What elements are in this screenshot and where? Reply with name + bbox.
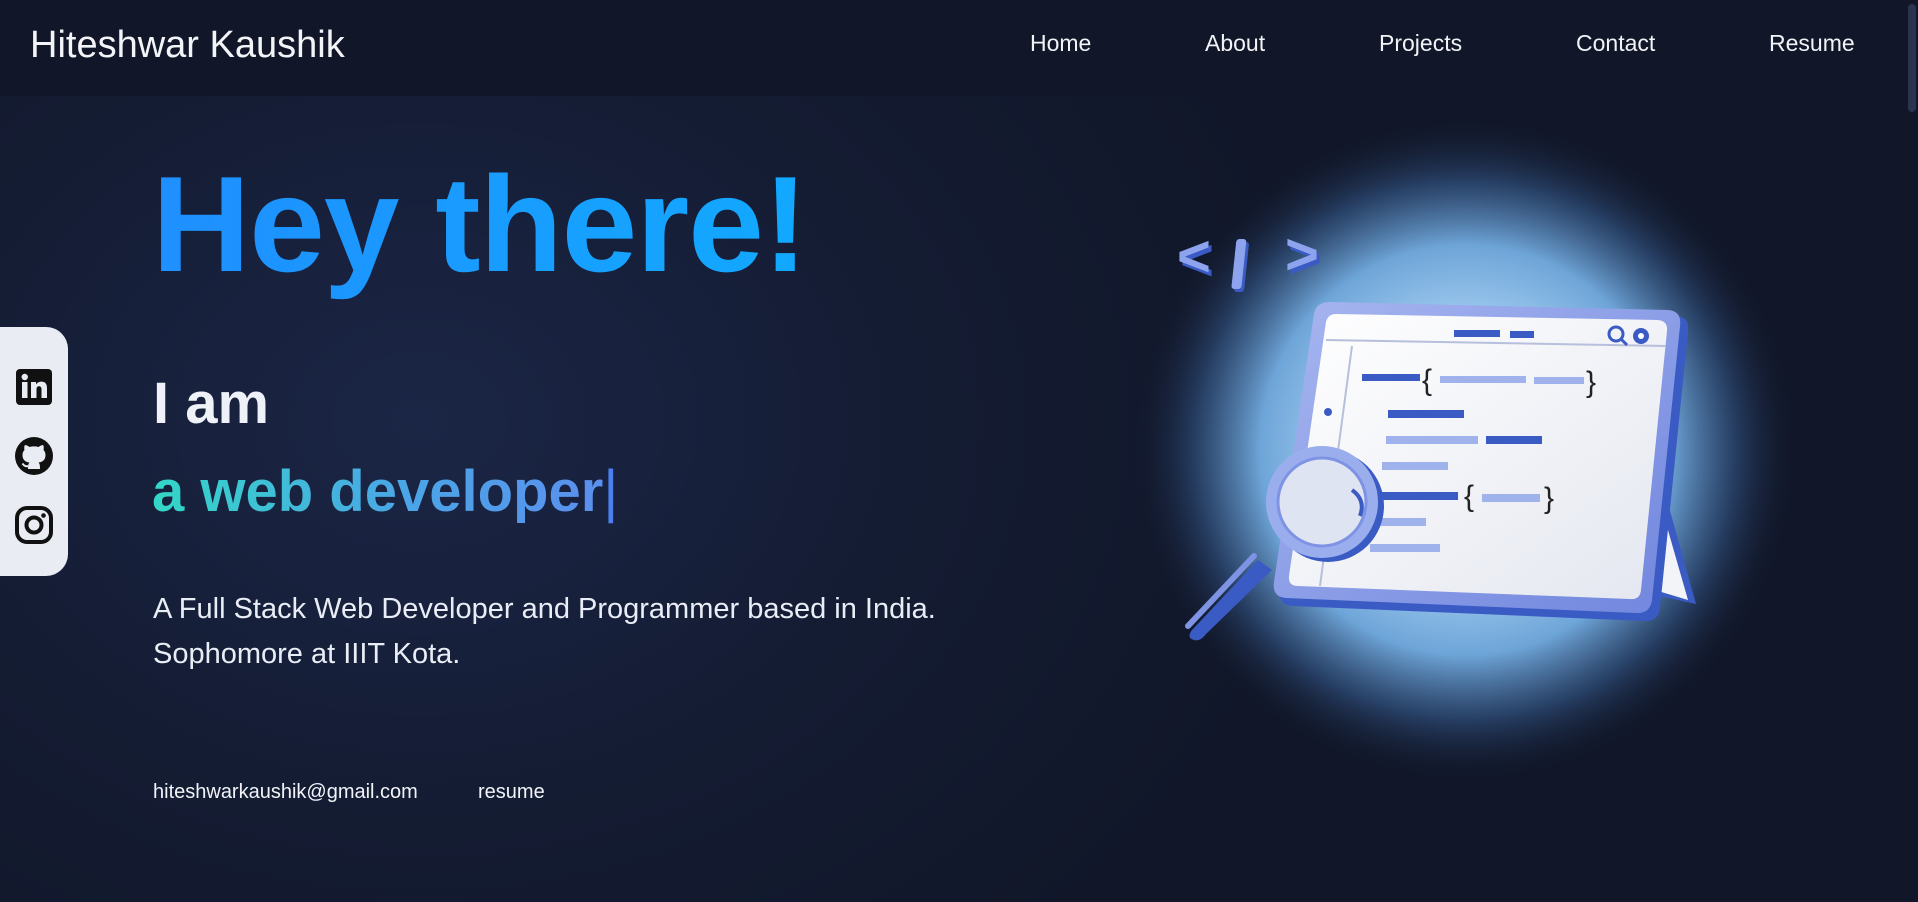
- social-sidebar: [0, 327, 68, 576]
- nav-contact-link[interactable]: Contact: [1576, 30, 1655, 57]
- nav-about-link[interactable]: About: [1205, 30, 1265, 57]
- github-icon[interactable]: [14, 436, 54, 476]
- page: Hiteshwar Kaushik Home About Projects Co…: [0, 0, 1918, 902]
- typing-cursor: |: [603, 459, 619, 524]
- role-text: a web developer: [152, 459, 604, 524]
- bio: A Full Stack Web Developer and Programme…: [153, 587, 936, 677]
- nav-resume-link[interactable]: Resume: [1769, 30, 1855, 57]
- role-typewriter: a web developer|: [152, 458, 618, 525]
- svg-text:<: <: [1177, 224, 1211, 289]
- intro-text: I am: [153, 371, 270, 436]
- svg-text:}: }: [1586, 366, 1596, 399]
- svg-text:{: {: [1422, 364, 1432, 397]
- brand-logo[interactable]: Hiteshwar Kaushik: [30, 24, 345, 67]
- bio-line-1: A Full Stack Web Developer and Programme…: [153, 593, 936, 625]
- instagram-icon[interactable]: [14, 505, 54, 545]
- svg-text:}: }: [1544, 482, 1554, 515]
- code-review-illustration-icon: < < > > !: [1135, 120, 1795, 780]
- nav-home-link[interactable]: Home: [1030, 30, 1091, 57]
- scrollbar-thumb[interactable]: [1908, 4, 1916, 112]
- hero-illustration: < < > > !: [1130, 120, 1795, 780]
- navbar: Hiteshwar Kaushik Home About Projects Co…: [0, 0, 1918, 96]
- svg-text:>: >: [1285, 222, 1319, 287]
- bio-line-2: Sophomore at IIIT Kota.: [153, 638, 461, 670]
- email-link[interactable]: hiteshwarkaushik@gmail.com: [153, 781, 418, 804]
- hero-greeting: Hey there!: [152, 148, 808, 300]
- nav-projects-link[interactable]: Projects: [1379, 30, 1462, 57]
- linkedin-icon[interactable]: [14, 367, 54, 407]
- svg-text:{: {: [1464, 480, 1474, 513]
- resume-link[interactable]: resume: [478, 781, 545, 804]
